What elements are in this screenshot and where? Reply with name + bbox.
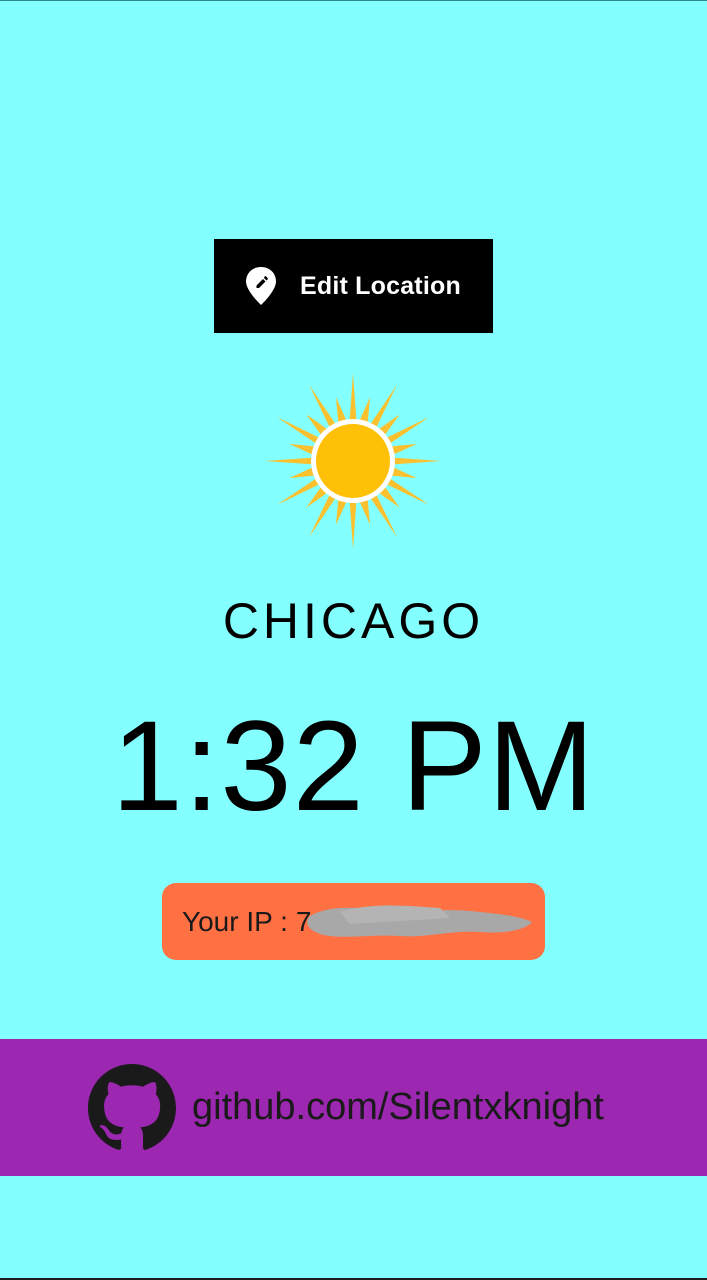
sun-icon: [265, 373, 441, 549]
github-link-bar[interactable]: github.com/Silentxknight: [0, 1039, 707, 1176]
github-icon: [88, 1063, 176, 1150]
location-edit-icon: [246, 267, 276, 305]
github-link-text: github.com/Silentxknight: [192, 1086, 604, 1128]
sun-ray: [349, 500, 357, 549]
app-screen: Edit Location CHICAGO 1:32 PM Your IP : …: [0, 0, 707, 1280]
sun-ray: [265, 457, 314, 465]
sun-ray: [392, 457, 441, 465]
edit-location-button[interactable]: Edit Location: [214, 239, 493, 333]
sun-ray: [349, 373, 357, 422]
city-name: CHICAGO: [222, 593, 485, 649]
current-time: 1:32 PM: [111, 695, 596, 838]
edit-location-label: Edit Location: [300, 271, 461, 300]
ip-label: Your IP :: [182, 905, 288, 937]
ip-redaction: [307, 905, 532, 937]
